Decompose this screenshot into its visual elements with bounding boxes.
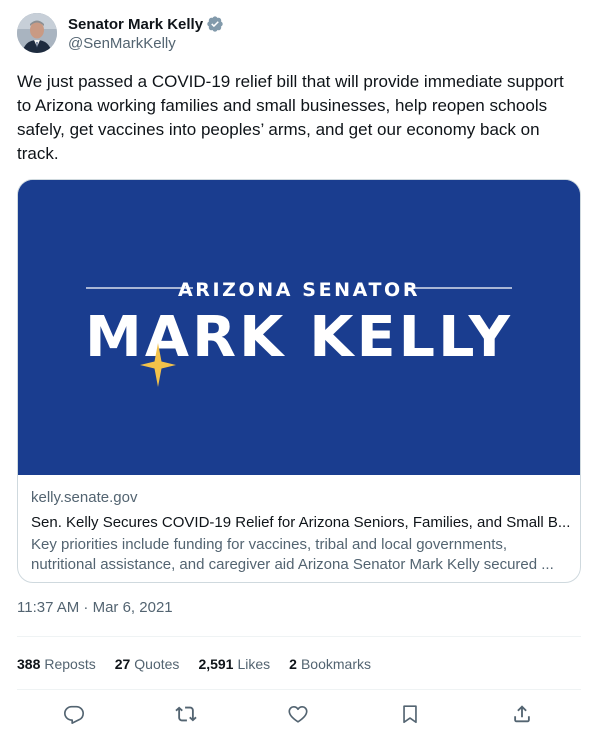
author-name[interactable]: Senator Mark Kelly — [68, 16, 203, 33]
share-icon — [514, 705, 530, 723]
engagement-stats: 388 Reposts 27 Quotes 2,591 Likes 2 Book… — [17, 653, 390, 675]
stat-label: Bookmarks — [300, 656, 371, 672]
like-button[interactable] — [286, 702, 310, 726]
stat-likes[interactable]: 2,591 Likes — [198, 656, 270, 672]
stat-bookmarks[interactable]: 2 Bookmarks — [289, 656, 371, 672]
divider — [17, 689, 581, 690]
author-info: Senator Mark Kelly @SenMarkKelly — [68, 14, 224, 52]
stat-count: 2,591 — [198, 656, 234, 672]
stat-count: 388 — [17, 656, 41, 672]
card-description-line: Key priorities include funding for vacci… — [31, 536, 508, 553]
stat-quotes[interactable]: 27 Quotes — [115, 656, 180, 672]
action-bar — [17, 696, 581, 732]
author-handle[interactable]: @SenMarkKelly — [68, 35, 224, 52]
tweet-text-line: to Arizona working families and small bu… — [17, 96, 548, 115]
reply-button[interactable] — [62, 702, 86, 726]
share-button[interactable] — [510, 702, 534, 726]
card-headline: MARK KELLY — [85, 305, 513, 370]
link-preview-card[interactable]: ARIZONA SENATOR MARK KELLY kelly.senate.… — [17, 179, 581, 583]
avatar[interactable] — [17, 13, 57, 53]
like-icon — [288, 706, 308, 723]
stat-label: Likes — [237, 656, 271, 672]
card-meta: kelly.senate.gov Sen. Kelly Secures COVI… — [31, 488, 571, 575]
card-overline: ARIZONA SENATOR — [178, 279, 420, 301]
card-domain: kelly.senate.gov — [31, 489, 138, 506]
tweet-text-line: We just passed a COVID-19 relief bill th… — [17, 72, 564, 91]
stat-count: 27 — [114, 656, 131, 672]
verified-badge-icon — [206, 15, 224, 33]
stat-reposts[interactable]: 388 Reposts — [17, 656, 96, 672]
tweet-text-line: track. — [17, 144, 59, 163]
tweet-text: We just passed a COVID-19 relief bill th… — [17, 70, 585, 166]
repost-icon — [175, 706, 197, 722]
divider — [17, 636, 581, 637]
tweet-header: Senator Mark Kelly @SenMarkKelly — [17, 12, 224, 54]
stat-count: 2 — [289, 656, 297, 672]
card-description-line: nutritional assistance, and caregiver ai… — [31, 556, 554, 573]
stat-label: Quotes — [134, 656, 180, 672]
card-title: Sen. Kelly Secures COVID-19 Relief for A… — [31, 514, 571, 531]
card-description: Key priorities include funding for vacci… — [31, 535, 571, 575]
tweet-text-line: safely, get vaccines into peoples’ arms,… — [17, 120, 540, 139]
repost-button[interactable] — [174, 702, 198, 726]
card-image[interactable]: ARIZONA SENATOR MARK KELLY — [18, 180, 580, 475]
reply-icon — [64, 705, 84, 724]
bookmark-button[interactable] — [398, 702, 422, 726]
bookmark-icon — [403, 705, 417, 724]
stat-label: Reposts — [44, 656, 96, 672]
tweet-timestamp[interactable]: 11:37 AM · Mar 6, 2021 — [17, 598, 173, 618]
